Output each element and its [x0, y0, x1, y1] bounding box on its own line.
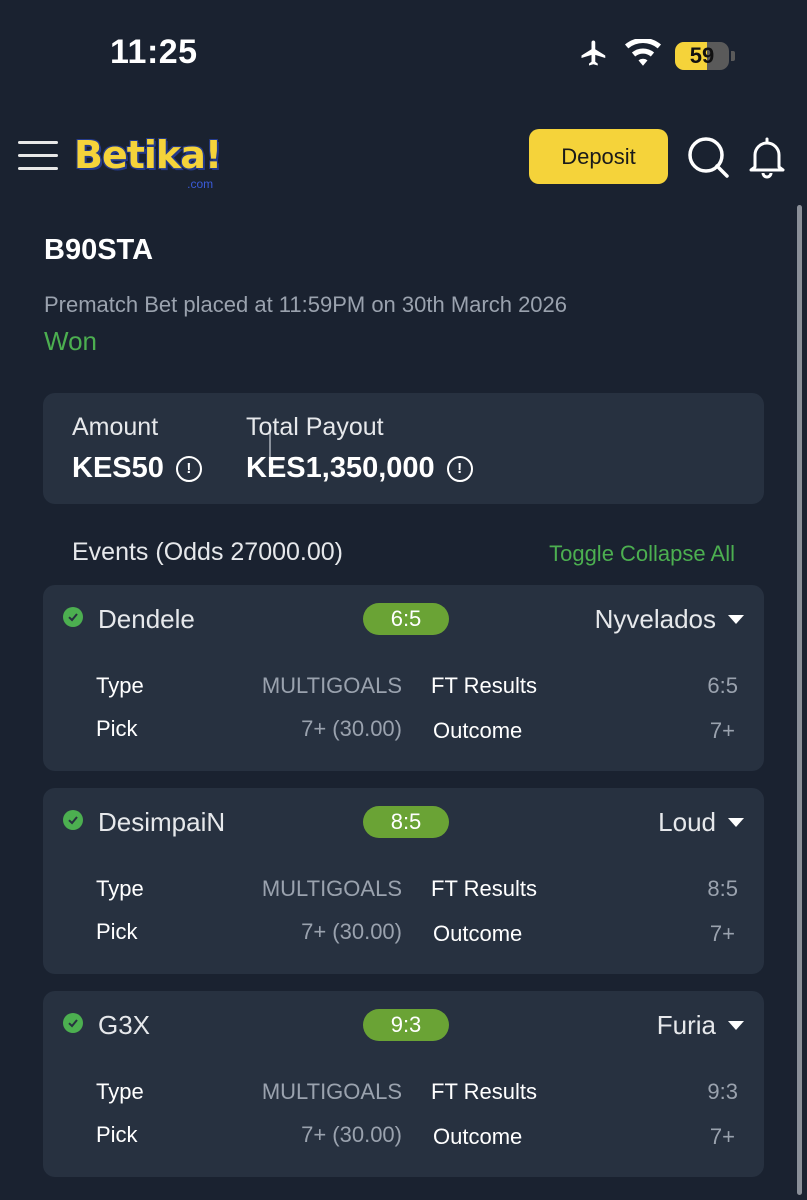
- score-badge: 8:5: [363, 806, 449, 838]
- status-bar: 11:25 59: [0, 0, 807, 110]
- outcome-value: 7+: [709, 718, 735, 743]
- won-check-icon: [63, 1013, 83, 1033]
- battery-tip: [731, 50, 735, 61]
- type-label: Type: [96, 876, 144, 901]
- ft-results-label: FT Results: [431, 673, 537, 698]
- pick-value: 7+ (30.00): [301, 919, 402, 944]
- type-value: MULTIGOALS: [261, 1079, 402, 1104]
- outcome-value: 7+: [709, 921, 735, 946]
- payout-info-icon[interactable]: !: [446, 455, 473, 482]
- event-card[interactable]: Dendele 6:5 Nyvelados Type MULTIGOALS FT…: [43, 585, 764, 771]
- status-time: 11:25: [110, 33, 198, 71]
- ft-results-label: FT Results: [431, 876, 537, 901]
- home-team: G3X: [98, 1010, 151, 1040]
- events-title: Events (Odds 27000.00): [72, 538, 343, 566]
- outcome-value: 7+: [709, 1124, 735, 1149]
- airplane-icon: [577, 38, 611, 73]
- event-card[interactable]: G3X 9:3 Furia Type MULTIGOALS FT Results…: [43, 991, 764, 1177]
- ft-results-value: 6:5: [707, 673, 738, 698]
- payout-label: Total Payout: [246, 413, 384, 441]
- bet-code: B90STA: [44, 234, 154, 266]
- deposit-button[interactable]: Deposit: [529, 129, 668, 184]
- amount-value: KES50: [72, 452, 164, 484]
- ft-results-value: 8:5: [707, 876, 738, 901]
- away-team: Loud: [658, 807, 716, 837]
- home-team: DesimpaiN: [98, 807, 226, 837]
- type-value: MULTIGOALS: [261, 876, 402, 901]
- chevron-down-icon[interactable]: [728, 1021, 744, 1030]
- amount-label: Amount: [72, 413, 159, 441]
- scrollbar[interactable]: [797, 205, 802, 1195]
- pick-value: 7+ (30.00): [301, 1122, 402, 1147]
- logo-text: Betika!: [74, 133, 222, 177]
- type-label: Type: [96, 1079, 144, 1104]
- pick-label: Pick: [96, 716, 138, 741]
- logo-sub: .com: [187, 177, 214, 191]
- won-check-icon: [63, 607, 83, 627]
- pick-value: 7+ (30.00): [301, 716, 402, 741]
- amount-block: Amount KES50 !: [72, 413, 202, 485]
- chevron-down-icon[interactable]: [728, 818, 744, 827]
- outcome-label: Outcome: [433, 921, 523, 946]
- payout-value: KES1,350,000: [246, 452, 435, 484]
- ft-results-label: FT Results: [431, 1079, 537, 1104]
- ft-results-value: 9:3: [707, 1079, 738, 1104]
- app-header: Betika! .com Deposit: [0, 125, 807, 195]
- payout-value-row: KES1,350,000 !: [246, 452, 473, 485]
- home-team: Dendele: [98, 604, 195, 634]
- won-check-icon: [63, 810, 83, 830]
- score-badge: 9:3: [363, 1009, 449, 1041]
- type-label: Type: [96, 673, 144, 698]
- menu-icon[interactable]: [18, 141, 58, 173]
- pick-label: Pick: [96, 919, 138, 944]
- chevron-down-icon[interactable]: [728, 615, 744, 624]
- bet-placed-info: Prematch Bet placed at 11:59PM on 30th M…: [44, 292, 568, 317]
- wifi-icon: [625, 37, 661, 72]
- betika-logo[interactable]: Betika! .com: [74, 133, 222, 191]
- toggle-collapse-all-link[interactable]: Toggle Collapse All: [549, 541, 735, 567]
- bet-status: Won: [44, 326, 97, 356]
- amount-info-icon[interactable]: !: [175, 455, 202, 482]
- amount-value-row: KES50 !: [72, 452, 202, 485]
- outcome-label: Outcome: [433, 718, 523, 743]
- bell-icon[interactable]: [745, 135, 789, 179]
- status-icons: 59: [577, 37, 735, 73]
- battery-level: 59: [689, 42, 715, 68]
- outcome-label: Outcome: [433, 1124, 523, 1149]
- event-card[interactable]: DesimpaiN 8:5 Loud Type MULTIGOALS FT Re…: [43, 788, 764, 974]
- score-badge: 6:5: [363, 603, 449, 635]
- pick-label: Pick: [96, 1122, 138, 1147]
- away-team: Furia: [656, 1010, 716, 1040]
- search-icon[interactable]: [686, 135, 730, 179]
- battery-icon: 59: [675, 41, 729, 70]
- away-team: Nyvelados: [594, 604, 716, 634]
- type-value: MULTIGOALS: [261, 673, 402, 698]
- payout-block: Total Payout KES1,350,000 !: [246, 413, 473, 485]
- amount-card: Amount KES50 ! Total Payout KES1,350,000…: [43, 393, 764, 504]
